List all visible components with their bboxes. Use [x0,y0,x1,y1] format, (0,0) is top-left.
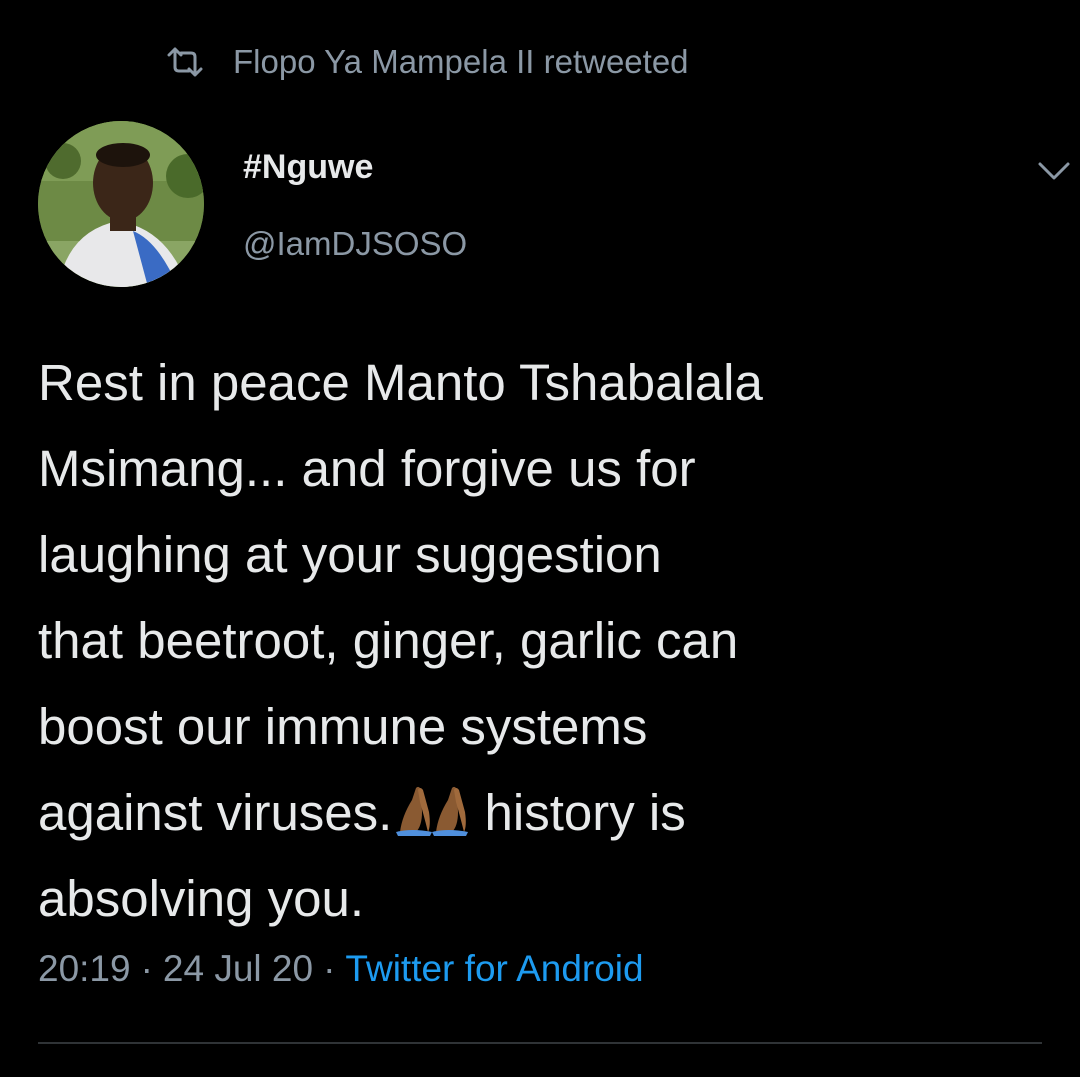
avatar[interactable] [38,121,204,287]
tweet-line: laughing at your suggestion [38,526,662,583]
tweet-date: 24 Jul 20 [162,948,314,989]
folded-hands-emoji [396,786,469,836]
tweet-line: absolving you. [38,870,365,927]
author-display-name[interactable]: #Nguwe [243,148,373,187]
tweet-line: that beetroot, ginger, garlic can [38,612,739,669]
tweet-metadata: 20:19 · 24 Jul 20 · Twitter for Android [38,948,644,990]
separator-dot: · [323,948,336,989]
retweet-icon [167,47,203,77]
tweet-line-part: against viruses. [38,784,393,841]
retweet-banner[interactable]: Flopo Ya Mampela II retweeted [165,40,689,84]
tweet-text: Rest in peace Manto Tshabalala Msimang..… [38,340,1048,942]
tweet-line: Rest in peace Manto Tshabalala [38,354,763,411]
tweet-line-part: history is [484,784,686,841]
chevron-down-icon[interactable] [1036,156,1072,184]
tweet-line-with-emoji: against viruses. history is [38,770,1048,856]
separator-dot: · [140,948,153,989]
tweet-time: 20:19 [38,948,131,989]
divider [38,1042,1042,1044]
tweet-line: Msimang... and forgive us for [38,440,696,497]
tweet-line: boost our immune systems [38,698,648,755]
author-handle[interactable]: @IamDJSOSO [243,225,467,263]
profile-photo [38,121,204,287]
tweet-source-link[interactable]: Twitter for Android [345,948,643,989]
retweet-banner-text: Flopo Ya Mampela II retweeted [233,43,689,80]
